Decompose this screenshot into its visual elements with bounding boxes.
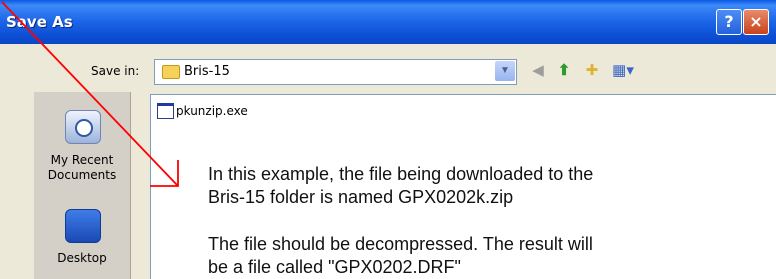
annotation-line-4: be a file called "GPX0202.DRF" — [208, 257, 461, 277]
title-bar: Save As ? × — [0, 0, 776, 44]
save-in-value: Bris-15 — [184, 64, 230, 79]
annotation-line-3: The file should be decompressed. The res… — [208, 234, 593, 254]
desktop-label[interactable]: Desktop — [34, 251, 130, 265]
save-in-label: Save in: — [91, 64, 140, 78]
recent-documents-label-line1[interactable]: My Recent — [34, 153, 130, 167]
up-folder-icon[interactable]: ⬆ — [553, 60, 575, 82]
chevron-down-icon[interactable]: ▼ — [495, 61, 515, 81]
desktop-icon[interactable] — [65, 209, 101, 243]
help-button[interactable]: ? — [716, 9, 742, 35]
exe-file-icon — [157, 103, 174, 119]
places-bar: My Recent Documents Desktop — [34, 92, 131, 279]
new-folder-icon[interactable]: ✚ — [581, 60, 603, 82]
annotation-line-1: In this example, the file being download… — [208, 164, 594, 184]
views-menu-icon[interactable]: ▦▾ — [609, 60, 637, 82]
dialog-title: Save As — [6, 13, 73, 31]
annotation-line-2: Bris-15 folder is named GPX0202k.zip — [208, 187, 514, 207]
file-item[interactable]: pkunzip.exe — [176, 104, 248, 118]
back-icon[interactable]: ◀ — [527, 60, 549, 82]
close-button[interactable]: × — [743, 9, 769, 35]
save-in-dropdown[interactable]: Bris-15 ▼ — [154, 59, 517, 85]
recent-documents-label-line2[interactable]: Documents — [34, 168, 130, 182]
folder-icon — [162, 65, 180, 79]
recent-documents-icon[interactable] — [65, 110, 101, 144]
